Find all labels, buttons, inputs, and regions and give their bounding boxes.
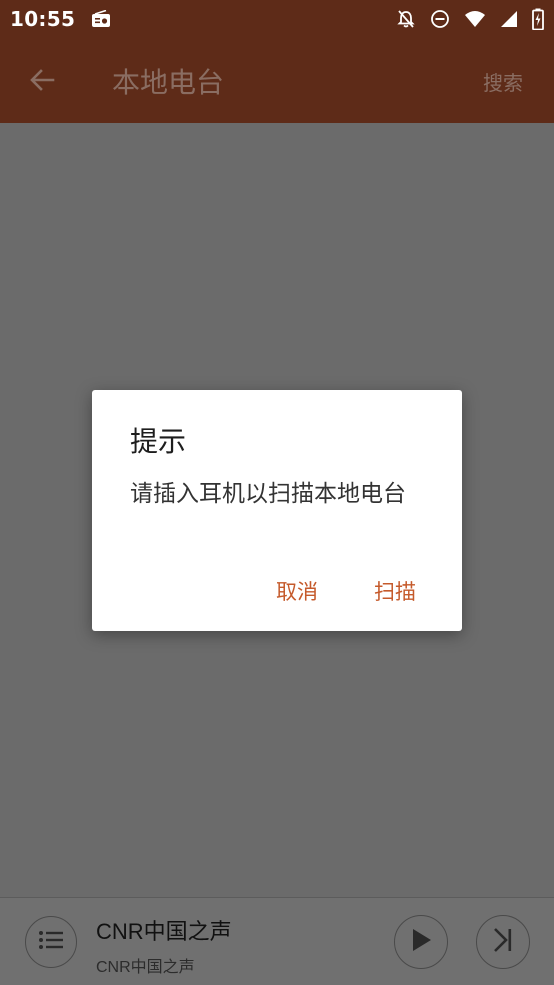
mini-player: CNR中国之声 CNR中国之声 — [0, 897, 554, 985]
scan-button[interactable]: 扫描 — [372, 576, 418, 606]
dialog-title: 提示 — [130, 425, 187, 458]
playlist-icon — [38, 930, 64, 954]
radio-icon — [91, 10, 111, 28]
playlist-button[interactable] — [25, 916, 77, 968]
battery-charging-icon — [532, 8, 544, 30]
page-title: 本地电台 — [112, 66, 225, 99]
do-not-disturb-icon — [430, 9, 450, 29]
status-bar: 10:55 — [0, 0, 554, 38]
arrow-left-icon — [28, 66, 56, 98]
play-icon — [410, 928, 432, 956]
player-title[interactable]: CNR中国之声 — [96, 914, 232, 946]
cancel-button[interactable]: 取消 — [274, 576, 320, 606]
skip-next-button[interactable] — [476, 915, 530, 969]
bell-off-icon — [396, 9, 416, 29]
back-button[interactable] — [22, 62, 62, 102]
play-button[interactable] — [394, 915, 448, 969]
skip-next-icon — [491, 927, 515, 957]
wifi-icon — [464, 10, 486, 28]
dialog-message: 请插入耳机以扫描本地电台 — [130, 481, 406, 507]
signal-icon — [500, 10, 518, 28]
status-time: 10:55 — [10, 7, 76, 31]
status-icons — [396, 8, 544, 30]
screen: 10:55 本地电台 搜索 提示 请插入耳机以扫描本地电台 取消 扫描 CNR中… — [0, 0, 554, 985]
search-button[interactable]: 搜索 — [483, 67, 523, 96]
alert-dialog: 提示 请插入耳机以扫描本地电台 取消 扫描 — [92, 390, 462, 631]
player-subtitle: CNR中国之声 — [96, 959, 195, 976]
app-bar: 本地电台 搜索 — [0, 38, 554, 123]
